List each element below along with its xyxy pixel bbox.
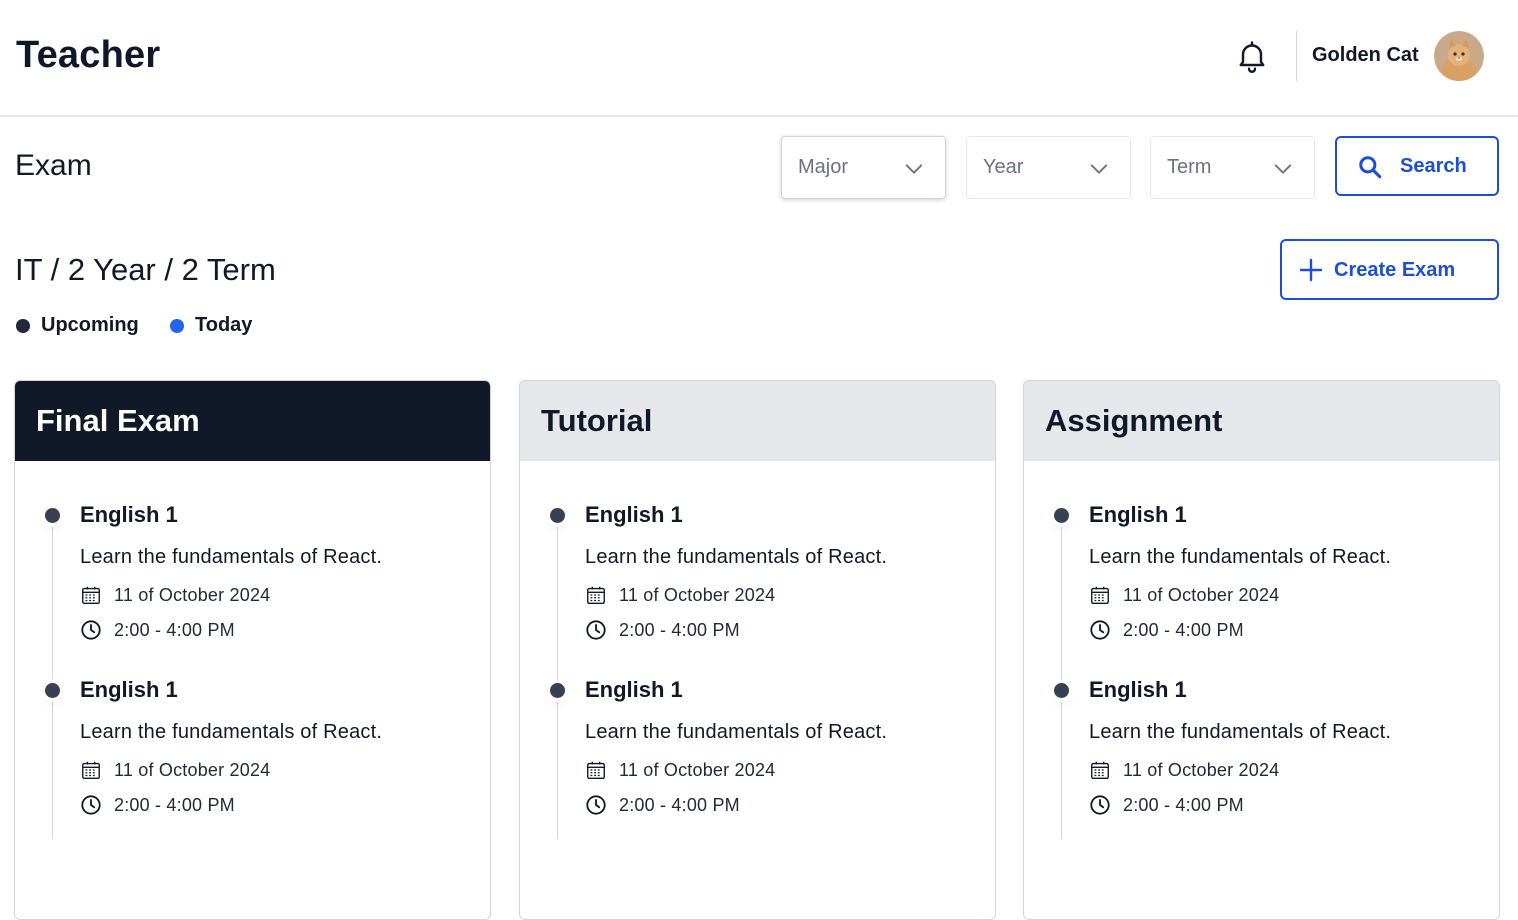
calendar-icon	[80, 584, 102, 606]
calendar-icon	[1089, 759, 1111, 781]
legend-dot-today	[170, 319, 184, 333]
timeline-item[interactable]: English 1 Learn the fundamentals of Reac…	[15, 488, 490, 648]
chevron-down-icon	[1272, 158, 1294, 180]
calendar-icon	[585, 759, 607, 781]
chevron-down-icon	[903, 158, 925, 180]
item-date: 11 of October 2024	[619, 585, 776, 605]
page-title: Exam	[15, 149, 92, 182]
card-header[interactable]: Final Exam	[15, 381, 490, 461]
legend-label: Upcoming	[41, 314, 139, 336]
item-title: English 1	[585, 677, 683, 702]
timeline-item[interactable]: English 1 Learn the fundamentals of Reac…	[15, 663, 490, 823]
card-header[interactable]: Assignment	[1024, 381, 1499, 461]
item-date: 11 of October 2024	[619, 760, 776, 780]
item-description: Learn the fundamentals of React.	[80, 546, 383, 568]
avatar[interactable]	[1434, 31, 1484, 81]
notification-bell-icon[interactable]	[1234, 38, 1270, 74]
search-button-label: Search	[1400, 155, 1467, 177]
item-title: English 1	[80, 677, 178, 702]
term-select-value: Term	[1167, 156, 1212, 178]
card-header[interactable]: Tutorial	[520, 381, 995, 461]
term-select[interactable]: Term	[1150, 136, 1315, 199]
item-description: Learn the fundamentals of React.	[80, 721, 383, 743]
legend-today: Today	[170, 313, 270, 339]
create-exam-button[interactable]: Create Exam	[1280, 239, 1499, 300]
legend-label: Today	[195, 314, 253, 336]
item-title: English 1	[1089, 677, 1187, 702]
exam-card-final-exam: Final Exam English 1 Learn the fundament…	[14, 380, 491, 920]
card-title: Final Exam	[36, 403, 200, 438]
card-title: Assignment	[1045, 403, 1223, 438]
item-date: 11 of October 2024	[114, 760, 271, 780]
breadcrumb: IT / 2 Year / 2 Term	[15, 252, 276, 287]
timeline-dot	[550, 508, 565, 523]
timeline-dot	[1054, 508, 1069, 523]
item-description: Learn the fundamentals of React.	[585, 546, 888, 568]
chevron-down-icon	[1088, 158, 1110, 180]
timeline-dot	[550, 683, 565, 698]
exam-card-assignment: Assignment English 1 Learn the fundament…	[1023, 380, 1500, 920]
timeline-item[interactable]: English 1 Learn the fundamentals of Reac…	[520, 663, 995, 823]
item-date: 11 of October 2024	[1123, 585, 1280, 605]
major-select-value: Major	[798, 156, 849, 178]
item-date: 11 of October 2024	[114, 585, 271, 605]
search-icon	[1357, 154, 1383, 180]
item-time: 2:00 - 4:00 PM	[1123, 620, 1244, 640]
year-select-value: Year	[983, 156, 1024, 178]
legend-dot-upcoming	[16, 319, 30, 333]
item-title: English 1	[80, 502, 178, 527]
timeline-dot	[45, 508, 60, 523]
calendar-icon	[585, 584, 607, 606]
clock-icon	[585, 619, 607, 641]
item-time: 2:00 - 4:00 PM	[619, 795, 740, 815]
major-select[interactable]: Major	[781, 136, 946, 199]
top-header: Teacher Golden Cat	[0, 0, 1518, 117]
item-title: English 1	[1089, 502, 1187, 527]
timeline-item[interactable]: English 1 Learn the fundamentals of Reac…	[1024, 663, 1499, 823]
year-select[interactable]: Year	[966, 136, 1131, 199]
item-date: 11 of October 2024	[1123, 760, 1280, 780]
item-time: 2:00 - 4:00 PM	[114, 620, 235, 640]
item-description: Learn the fundamentals of React.	[1089, 721, 1392, 743]
item-description: Learn the fundamentals of React.	[1089, 546, 1392, 568]
calendar-icon	[80, 759, 102, 781]
plus-icon	[1299, 258, 1323, 282]
create-exam-label: Create Exam	[1334, 259, 1456, 281]
item-title: English 1	[585, 502, 683, 527]
clock-icon	[1089, 619, 1111, 641]
app-title: Teacher	[16, 34, 161, 76]
user-name[interactable]: Golden Cat	[1312, 44, 1419, 67]
legend-upcoming: Upcoming	[16, 313, 146, 339]
header-divider	[1296, 31, 1297, 81]
item-description: Learn the fundamentals of React.	[585, 721, 888, 743]
clock-icon	[585, 794, 607, 816]
card-title: Tutorial	[541, 403, 653, 438]
clock-icon	[1089, 794, 1111, 816]
timeline-dot	[45, 683, 60, 698]
clock-icon	[80, 794, 102, 816]
item-time: 2:00 - 4:00 PM	[114, 795, 235, 815]
calendar-icon	[1089, 584, 1111, 606]
item-time: 2:00 - 4:00 PM	[1123, 795, 1244, 815]
search-button[interactable]: Search	[1335, 136, 1499, 196]
clock-icon	[80, 619, 102, 641]
item-time: 2:00 - 4:00 PM	[619, 620, 740, 640]
timeline-dot	[1054, 683, 1069, 698]
timeline-item[interactable]: English 1 Learn the fundamentals of Reac…	[520, 488, 995, 648]
timeline-item[interactable]: English 1 Learn the fundamentals of Reac…	[1024, 488, 1499, 648]
exam-card-tutorial: Tutorial English 1 Learn the fundamental…	[519, 380, 996, 920]
